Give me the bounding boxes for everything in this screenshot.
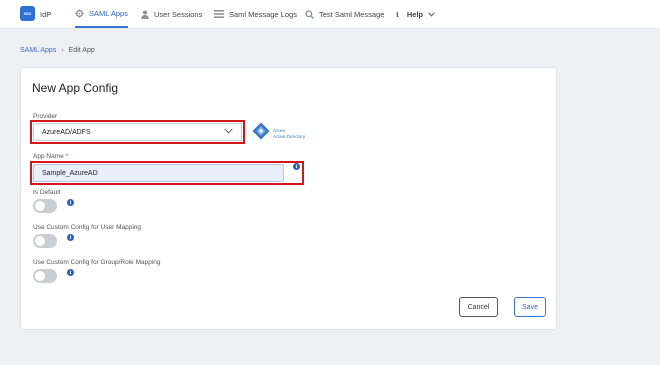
nav-item-label: Saml Message Logs [229, 9, 297, 19]
app-config-card: New App Config Provider AzureAD/ADFS Azu… [20, 67, 557, 330]
azure-ad-logo: Azure Active Directory [252, 122, 305, 145]
search-icon [305, 9, 314, 19]
app-name-info-icon[interactable]: i [293, 163, 300, 170]
nav-item-idp[interactable]: IdP [40, 0, 51, 28]
custom-user-mapping-info-icon[interactable]: i [67, 234, 74, 241]
custom-user-mapping-toggle[interactable] [33, 234, 57, 248]
nav-item-label: Help [406, 9, 424, 19]
custom-group-mapping-toggle[interactable] [33, 269, 57, 283]
nav-item-user-sessions[interactable]: User Sessions [141, 0, 202, 28]
list-icon [214, 10, 224, 18]
azure-logo-text-line2: Active Directory [273, 133, 306, 139]
custom-group-mapping-label: Use Custom Config for Group/Role Mapping [33, 259, 161, 266]
toggle-knob [35, 201, 45, 211]
breadcrumb-link-saml-apps[interactable]: SAML Apps [20, 47, 56, 54]
is-default-toggle[interactable] [33, 199, 57, 213]
cancel-button[interactable]: Cancel [459, 297, 498, 317]
breadcrumb-separator: › [61, 47, 64, 54]
info-icon: i [396, 9, 399, 19]
provider-select-value: AzureAD/ADFS [42, 128, 91, 136]
breadcrumb-current: Edit App [68, 47, 95, 54]
provider-select[interactable]: AzureAD/ADFS [33, 123, 242, 141]
toggle-knob [35, 271, 45, 281]
top-navbar: SSO IdP SAML Apps User Sessions Saml Mes… [0, 0, 660, 29]
chevron-down-icon [224, 128, 233, 136]
sso-logo-icon[interactable]: SSO [20, 6, 35, 21]
nav-item-saml-message-logs[interactable]: Saml Message Logs [214, 0, 297, 28]
app-name-label-text: App Name [33, 153, 64, 160]
app-name-input-value: Sample_AzureAD [42, 169, 98, 177]
nav-item-help[interactable]: i Help [396, 0, 435, 28]
nav-item-label: IdP [40, 9, 52, 19]
nav-item-label: SAML Apps [89, 8, 128, 18]
user-icon [141, 10, 149, 19]
provider-label: Provider [33, 113, 58, 120]
required-asterisk: * [65, 153, 69, 160]
custom-user-mapping-label: Use Custom Config for User Mapping [33, 224, 142, 231]
nav-item-test-saml-message[interactable]: Test Saml Message [305, 0, 384, 28]
save-button[interactable]: Save [514, 297, 546, 317]
chevron-down-icon [428, 11, 435, 17]
page-title: New App Config [32, 81, 119, 95]
custom-group-mapping-info-icon[interactable]: i [67, 269, 74, 276]
gear-icon [75, 8, 84, 18]
is-default-label: Is Default [33, 189, 61, 196]
nav-item-label: Test Saml Message [319, 9, 385, 19]
breadcrumb: SAML Apps › Edit App [20, 47, 95, 54]
is-default-info-icon[interactable]: i [67, 199, 74, 206]
toggle-knob [35, 236, 45, 246]
app-name-label: App Name * [33, 153, 68, 160]
app-name-input[interactable]: Sample_AzureAD [33, 164, 284, 182]
azure-diamond-icon [252, 122, 270, 145]
nav-item-label: User Sessions [154, 9, 203, 19]
azure-logo-text: Azure Active Directory [273, 128, 305, 138]
nav-item-saml-apps[interactable]: SAML Apps [75, 0, 128, 28]
